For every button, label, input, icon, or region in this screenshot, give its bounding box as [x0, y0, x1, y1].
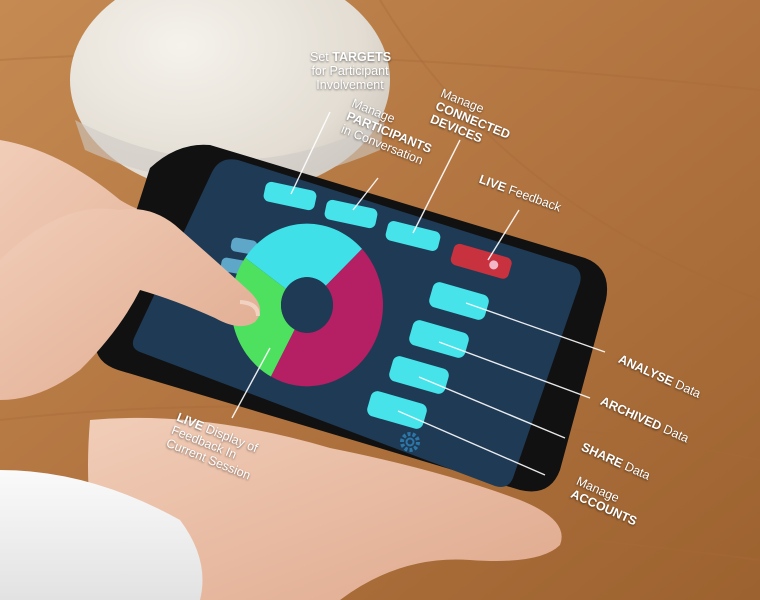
targets-label: Set TARGETS for Participant Involvement [310, 50, 392, 92]
donut-hole [281, 277, 333, 333]
